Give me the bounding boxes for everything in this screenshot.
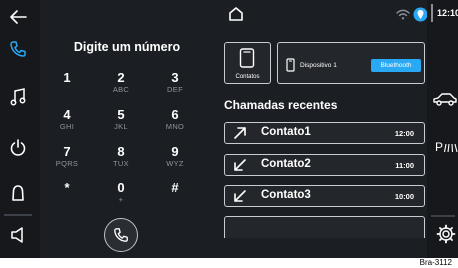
dial-key-6[interactable]: 6 MNO [155, 108, 195, 138]
dial-key-digit: 6 [171, 107, 179, 122]
dial-key-digit: 0 [117, 180, 125, 195]
call-contact-name: Contato1 [261, 126, 311, 138]
recent-call-row-partial[interactable] [224, 216, 425, 238]
dial-key-letters: TUX [113, 159, 129, 168]
recent-calls-title: Chamadas recentes [224, 98, 338, 112]
parking-icon[interactable]: P [435, 140, 443, 154]
dial-key-letters: ABC [112, 85, 130, 94]
contacts-book-icon [239, 48, 255, 68]
dial-key-digit: 9 [171, 144, 179, 159]
phone-screen: 12:10 P Digite um número 1 2 ABC 3 DEF 4… [0, 0, 458, 258]
dial-key-digit: 1 [63, 70, 71, 85]
volume-icon[interactable] [10, 226, 26, 244]
device-name: Dispositivo 1 [300, 62, 337, 69]
dial-key-letters: JKL [114, 122, 128, 131]
dial-key-digit: # [171, 180, 179, 195]
alert-bell-icon[interactable] [10, 184, 26, 202]
contacts-label: Contatos [235, 74, 260, 80]
dial-key-9[interactable]: 9 WYZ [155, 145, 195, 175]
right-sidebar [427, 0, 458, 258]
car-icon[interactable] [433, 92, 457, 106]
figure-label: Bra-3112 [419, 258, 452, 267]
dial-key-1[interactable]: 1 [47, 71, 87, 101]
phone-icon [114, 228, 128, 242]
dial-key-letters: DEF [167, 85, 183, 94]
dial-key-letters: WYZ [166, 159, 184, 168]
dial-key-hash[interactable]: # [155, 181, 195, 211]
left-sidebar [0, 0, 40, 258]
incoming-call-icon [234, 159, 246, 171]
dial-key-letters: GHI [59, 122, 75, 131]
mobile-device-icon [286, 58, 295, 72]
dialpad-title: Digite um número [73, 40, 181, 54]
dial-key-letters: + [118, 195, 124, 204]
right-nav-divider [431, 215, 455, 217]
recent-call-row[interactable]: Contato3 10:00 [224, 185, 425, 207]
power-icon[interactable] [10, 139, 26, 156]
call-contact-name: Contato3 [261, 189, 311, 201]
recent-call-row[interactable]: Contato1 12:00 [224, 122, 425, 144]
location-icon [413, 7, 428, 22]
dial-key-letters: PQRS [55, 159, 79, 168]
dial-key-star[interactable]: * [47, 181, 87, 211]
nav-divider [4, 214, 32, 216]
clock-divider [431, 4, 433, 22]
dial-key-digit: 3 [171, 70, 179, 85]
dial-key-3[interactable]: 3 DEF [155, 71, 195, 101]
call-time: 12:00 [394, 129, 414, 138]
call-time: 11:00 [395, 161, 414, 170]
parking-sensor-icon [444, 143, 458, 153]
dial-key-digit: 5 [117, 107, 125, 122]
call-contact-name: Contato2 [261, 158, 311, 170]
dial-key-0[interactable]: 0 + [101, 181, 141, 211]
call-button[interactable] [104, 218, 138, 252]
dial-key-digit: * [64, 180, 70, 195]
wifi-icon [396, 9, 410, 20]
dial-key-letters: MNO [165, 122, 185, 131]
clock-time: 12:10 [437, 8, 458, 18]
dial-key-8[interactable]: 8 TUX [101, 145, 141, 175]
device-selector[interactable]: Dispositivo 1 Bluethooth [277, 42, 425, 84]
outgoing-call-icon [234, 127, 246, 139]
contacts-button[interactable]: Contatos [224, 42, 271, 84]
dial-key-digit: 7 [63, 144, 71, 159]
dial-key-5[interactable]: 5 JKL [101, 108, 141, 138]
phone-icon[interactable] [9, 40, 27, 58]
dial-key-digit: 8 [117, 144, 125, 159]
dial-key-digit: 2 [117, 70, 125, 85]
back-icon[interactable] [9, 10, 27, 24]
dial-key-4[interactable]: 4 GHI [47, 108, 87, 138]
bluetooth-badge[interactable]: Bluethooth [371, 59, 421, 72]
music-icon[interactable] [10, 88, 26, 106]
dial-key-digit: 4 [63, 107, 71, 122]
settings-gear-icon[interactable] [436, 224, 456, 244]
call-time: 10:00 [394, 192, 414, 201]
incoming-call-icon [234, 190, 246, 202]
home-icon[interactable] [228, 6, 244, 22]
dial-key-2[interactable]: 2 ABC [101, 71, 141, 101]
dial-key-7[interactable]: 7 PQRS [47, 145, 87, 175]
recent-call-row[interactable]: Contato2 11:00 [224, 154, 425, 176]
